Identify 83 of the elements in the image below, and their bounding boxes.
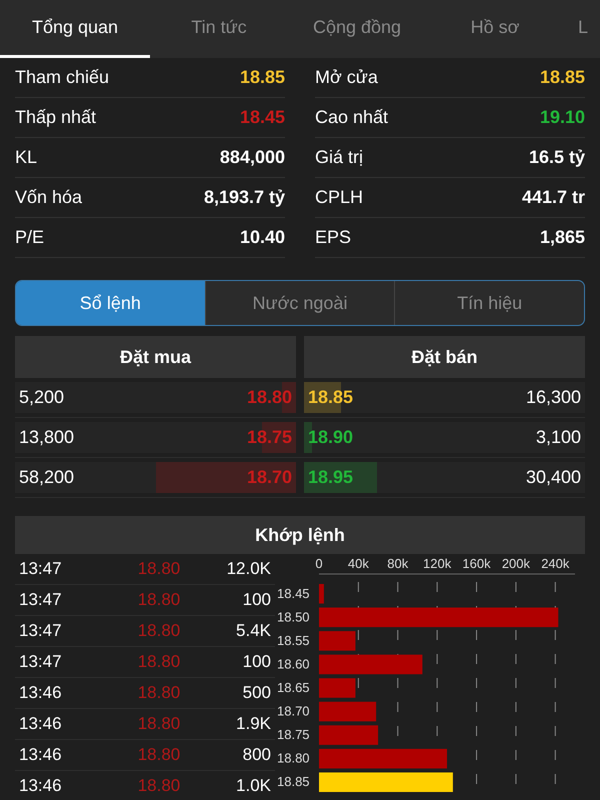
stat-label: Mở cửa — [315, 67, 378, 88]
trade-volume: 1.0K — [235, 776, 271, 796]
trade-price: 18.80 — [136, 559, 182, 579]
ask-volume: 3,100 — [536, 427, 581, 448]
stat-value: 10.40 — [240, 227, 285, 248]
stat-value: 16.5 tỷ — [528, 147, 585, 168]
stat-label: Giá trị — [315, 147, 364, 168]
bid-volume: 5,200 — [19, 387, 64, 408]
segment-tab[interactable]: Sổ lệnh — [16, 281, 205, 325]
trade-price: 18.80 — [136, 683, 182, 703]
trade-price: 18.80 — [136, 776, 182, 796]
trade-price: 18.80 — [136, 714, 182, 734]
stat-value: 8,193.7 tỷ — [204, 187, 285, 208]
axis-tick-label: 80k — [387, 556, 408, 571]
axis-category-label: 18.80 — [277, 750, 310, 766]
ask-price: 18.85 — [308, 387, 354, 408]
axis-category-label: 18.70 — [277, 704, 310, 719]
axis-category-label: 18.50 — [277, 609, 310, 624]
tab[interactable]: Hồ sơ — [426, 0, 564, 58]
axis-tick-label: 120k — [423, 556, 452, 571]
stat-value: 18.45 — [240, 107, 285, 128]
axis-category-label: 18.45 — [277, 586, 310, 601]
bid-price: 18.75 — [246, 427, 292, 448]
stat-label: Vốn hóa — [15, 187, 82, 208]
stat-label: Tham chiếu — [15, 67, 110, 88]
stat-label: P/E — [15, 227, 44, 248]
stat-value: 19.10 — [540, 107, 585, 128]
ask-volume: 16,300 — [526, 387, 581, 408]
bid-price: 18.80 — [246, 387, 292, 408]
axis-category-label: 18.55 — [277, 632, 310, 648]
stat-value: 441.7 tr — [522, 187, 585, 208]
trade-price: 18.80 — [136, 590, 182, 610]
column-header: Đặt bán — [304, 336, 585, 378]
stat-value: 1,865 — [540, 227, 585, 248]
stat-label: Thấp nhất — [15, 107, 96, 128]
segment-tab[interactable]: Tín hiệu — [394, 281, 584, 325]
trade-volume: 5.4K — [235, 621, 271, 641]
stat-value: 18.85 — [540, 67, 585, 88]
axis-category-label: 18.75 — [277, 727, 310, 742]
axis-category-label: 18.60 — [277, 656, 310, 672]
axis-tick-label: 160k — [462, 556, 491, 571]
trade-volume: 1.9K — [235, 714, 271, 734]
trade-time: 13:46 — [19, 745, 63, 765]
tab[interactable]: Cộng đồng — [288, 0, 426, 58]
axis-category-label: 18.85 — [277, 774, 310, 790]
tab[interactable]: L — [564, 0, 588, 58]
trade-time: 13:46 — [19, 776, 63, 796]
trade-price: 18.80 — [136, 745, 182, 765]
bid-volume: 13,800 — [19, 427, 74, 448]
ask-price: 18.95 — [308, 467, 354, 488]
bid-price: 18.70 — [246, 467, 292, 488]
stat-value: 18.85 — [240, 67, 285, 88]
axis-tick-label: 200k — [502, 556, 530, 571]
trade-time: 13:46 — [19, 714, 63, 734]
stat-label: EPS — [315, 227, 352, 248]
tab[interactable]: Tin tức — [150, 0, 288, 58]
trade-time: 13:47 — [19, 621, 63, 641]
section-header: Khớp lệnh — [15, 516, 585, 554]
column-header: Đặt mua — [15, 336, 296, 378]
trade-volume: 800 — [242, 745, 271, 765]
trade-time: 13:47 — [19, 652, 63, 672]
axis-tick-label: 0 — [315, 556, 323, 571]
trade-volume: 12.0K — [226, 559, 271, 579]
trade-time: 13:46 — [19, 683, 63, 703]
ask-volume: 30,400 — [526, 467, 581, 488]
axis-category-label: 18.65 — [277, 680, 310, 695]
stat-label: CPLH — [315, 187, 364, 208]
tab[interactable]: Tổng quan — [0, 0, 150, 58]
stat-label: KL — [15, 147, 38, 168]
trade-volume: 100 — [242, 652, 271, 672]
ask-price: 18.90 — [308, 427, 354, 448]
segment-tab[interactable]: Nước ngoài — [204, 281, 394, 325]
axis-tick-label: 240k — [541, 556, 570, 571]
stat-value: 884,000 — [220, 147, 285, 168]
trade-time: 13:47 — [19, 559, 63, 579]
stat-label: Cao nhất — [315, 107, 388, 128]
trade-volume: 100 — [242, 590, 271, 610]
trade-time: 13:47 — [19, 590, 63, 610]
trade-price: 18.80 — [136, 652, 182, 672]
trade-volume: 500 — [242, 683, 271, 703]
axis-tick-label: 40k — [348, 556, 369, 571]
trade-price: 18.80 — [136, 621, 182, 641]
bid-volume: 58,200 — [19, 467, 74, 488]
